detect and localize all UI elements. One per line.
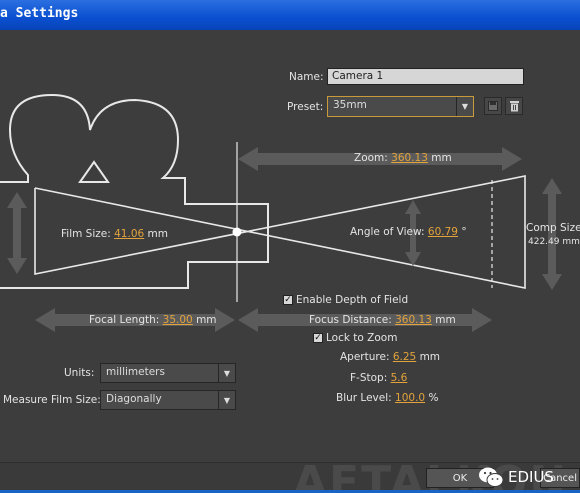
brand-watermark: EDIUS bbox=[478, 466, 554, 488]
film-size-readout: Film Size: 41.06 mm bbox=[61, 228, 168, 240]
chevron-down-icon: ▼ bbox=[456, 97, 473, 116]
focus-distance-label: Focus Distance: bbox=[309, 314, 392, 326]
fstop-readout: F-Stop: 5.6 bbox=[350, 372, 407, 384]
units-label: Units: bbox=[64, 367, 95, 379]
aperture-label: Aperture: bbox=[340, 351, 390, 363]
blur-level-label: Blur Level: bbox=[336, 392, 392, 404]
enable-dof-checkbox[interactable]: ✓ bbox=[283, 295, 293, 305]
wechat-icon bbox=[479, 467, 504, 487]
name-field[interactable]: Camera 1 bbox=[327, 68, 524, 85]
film-size-label: Film Size: bbox=[61, 228, 111, 240]
save-icon bbox=[488, 101, 498, 111]
camera-notch-triangle bbox=[78, 160, 110, 183]
aperture-readout: Aperture: 6.25 mm bbox=[340, 351, 440, 363]
zoom-value[interactable]: 360.13 bbox=[391, 152, 428, 164]
focal-length-unit: mm bbox=[196, 314, 217, 326]
focal-length-label: Focal Length: bbox=[89, 314, 160, 326]
name-label: Name: bbox=[289, 71, 324, 83]
fstop-label: F-Stop: bbox=[350, 372, 388, 384]
film-size-value[interactable]: 41.06 bbox=[114, 228, 144, 240]
units-dropdown[interactable]: millimeters ▼ bbox=[100, 363, 236, 383]
zoom-unit: mm bbox=[431, 152, 452, 164]
blur-level-value[interactable]: 100.0 bbox=[395, 392, 425, 404]
measure-film-size-label: Measure Film Size: bbox=[3, 394, 101, 406]
focal-length-value[interactable]: 35.00 bbox=[163, 314, 193, 326]
chevron-down-icon: ▼ bbox=[218, 364, 235, 382]
dialog-body: Name: Camera 1 Preset: 35mm ▼ Zoom: 360.… bbox=[0, 30, 580, 490]
preset-dropdown[interactable]: 35mm ▼ bbox=[327, 96, 474, 117]
angle-of-view-label: Angle of View: bbox=[350, 226, 425, 238]
brand-text: EDIUS bbox=[508, 468, 554, 486]
window-title: a Settings bbox=[0, 6, 79, 21]
chevron-down-icon: ▼ bbox=[218, 391, 235, 409]
angle-of-view-unit: ° bbox=[461, 226, 467, 238]
focus-distance-readout: Focus Distance: 360.13 mm bbox=[309, 314, 456, 326]
camera-body-outline bbox=[0, 93, 269, 289]
preset-value: 35mm bbox=[333, 99, 367, 111]
focal-length-readout: Focal Length: 35.00 mm bbox=[89, 314, 217, 326]
fstop-value[interactable]: 5.6 bbox=[391, 372, 408, 384]
title-bar[interactable]: a Settings bbox=[0, 0, 580, 31]
aperture-value[interactable]: 6.25 bbox=[393, 351, 416, 363]
trash-icon bbox=[509, 101, 519, 112]
lock-to-zoom-checkbox[interactable]: ✓ bbox=[313, 333, 323, 343]
enable-dof-label[interactable]: Enable Depth of Field bbox=[296, 294, 408, 306]
comp-size-arrow bbox=[542, 178, 562, 290]
ok-label: OK bbox=[452, 472, 468, 484]
save-preset-button[interactable] bbox=[484, 97, 502, 115]
blur-level-unit: % bbox=[428, 392, 439, 404]
units-value: millimeters bbox=[106, 366, 165, 378]
focus-distance-unit: mm bbox=[435, 314, 456, 326]
blur-level-readout: Blur Level: 100.0 % bbox=[336, 392, 438, 404]
angle-of-view-value[interactable]: 60.79 bbox=[428, 226, 458, 238]
comp-size-label: Comp Size bbox=[526, 222, 580, 234]
measure-film-size-value: Diagonally bbox=[106, 393, 162, 405]
angle-of-view-readout: Angle of View: 60.79 ° bbox=[350, 226, 467, 238]
button-bar: AETALKON OK Cancel EDIUS bbox=[0, 457, 580, 490]
delete-preset-button[interactable] bbox=[505, 97, 523, 115]
film-size-unit: mm bbox=[147, 228, 168, 240]
comp-size-value: 422.49 mm bbox=[528, 237, 580, 247]
zoom-readout: Zoom: 360.13 mm bbox=[354, 152, 452, 164]
camera-settings-window: a Settings Name: Camera 1 Preset: 35mm ▼… bbox=[0, 0, 580, 493]
film-size-arrow bbox=[7, 192, 27, 274]
zoom-label: Zoom: bbox=[354, 152, 388, 164]
aperture-unit: mm bbox=[419, 351, 441, 363]
lock-to-zoom-label[interactable]: Lock to Zoom bbox=[326, 332, 397, 344]
focus-distance-value[interactable]: 360.13 bbox=[395, 314, 432, 326]
measure-film-size-dropdown[interactable]: Diagonally ▼ bbox=[100, 390, 236, 410]
preset-label: Preset: bbox=[287, 101, 324, 113]
lens-point bbox=[232, 227, 242, 237]
